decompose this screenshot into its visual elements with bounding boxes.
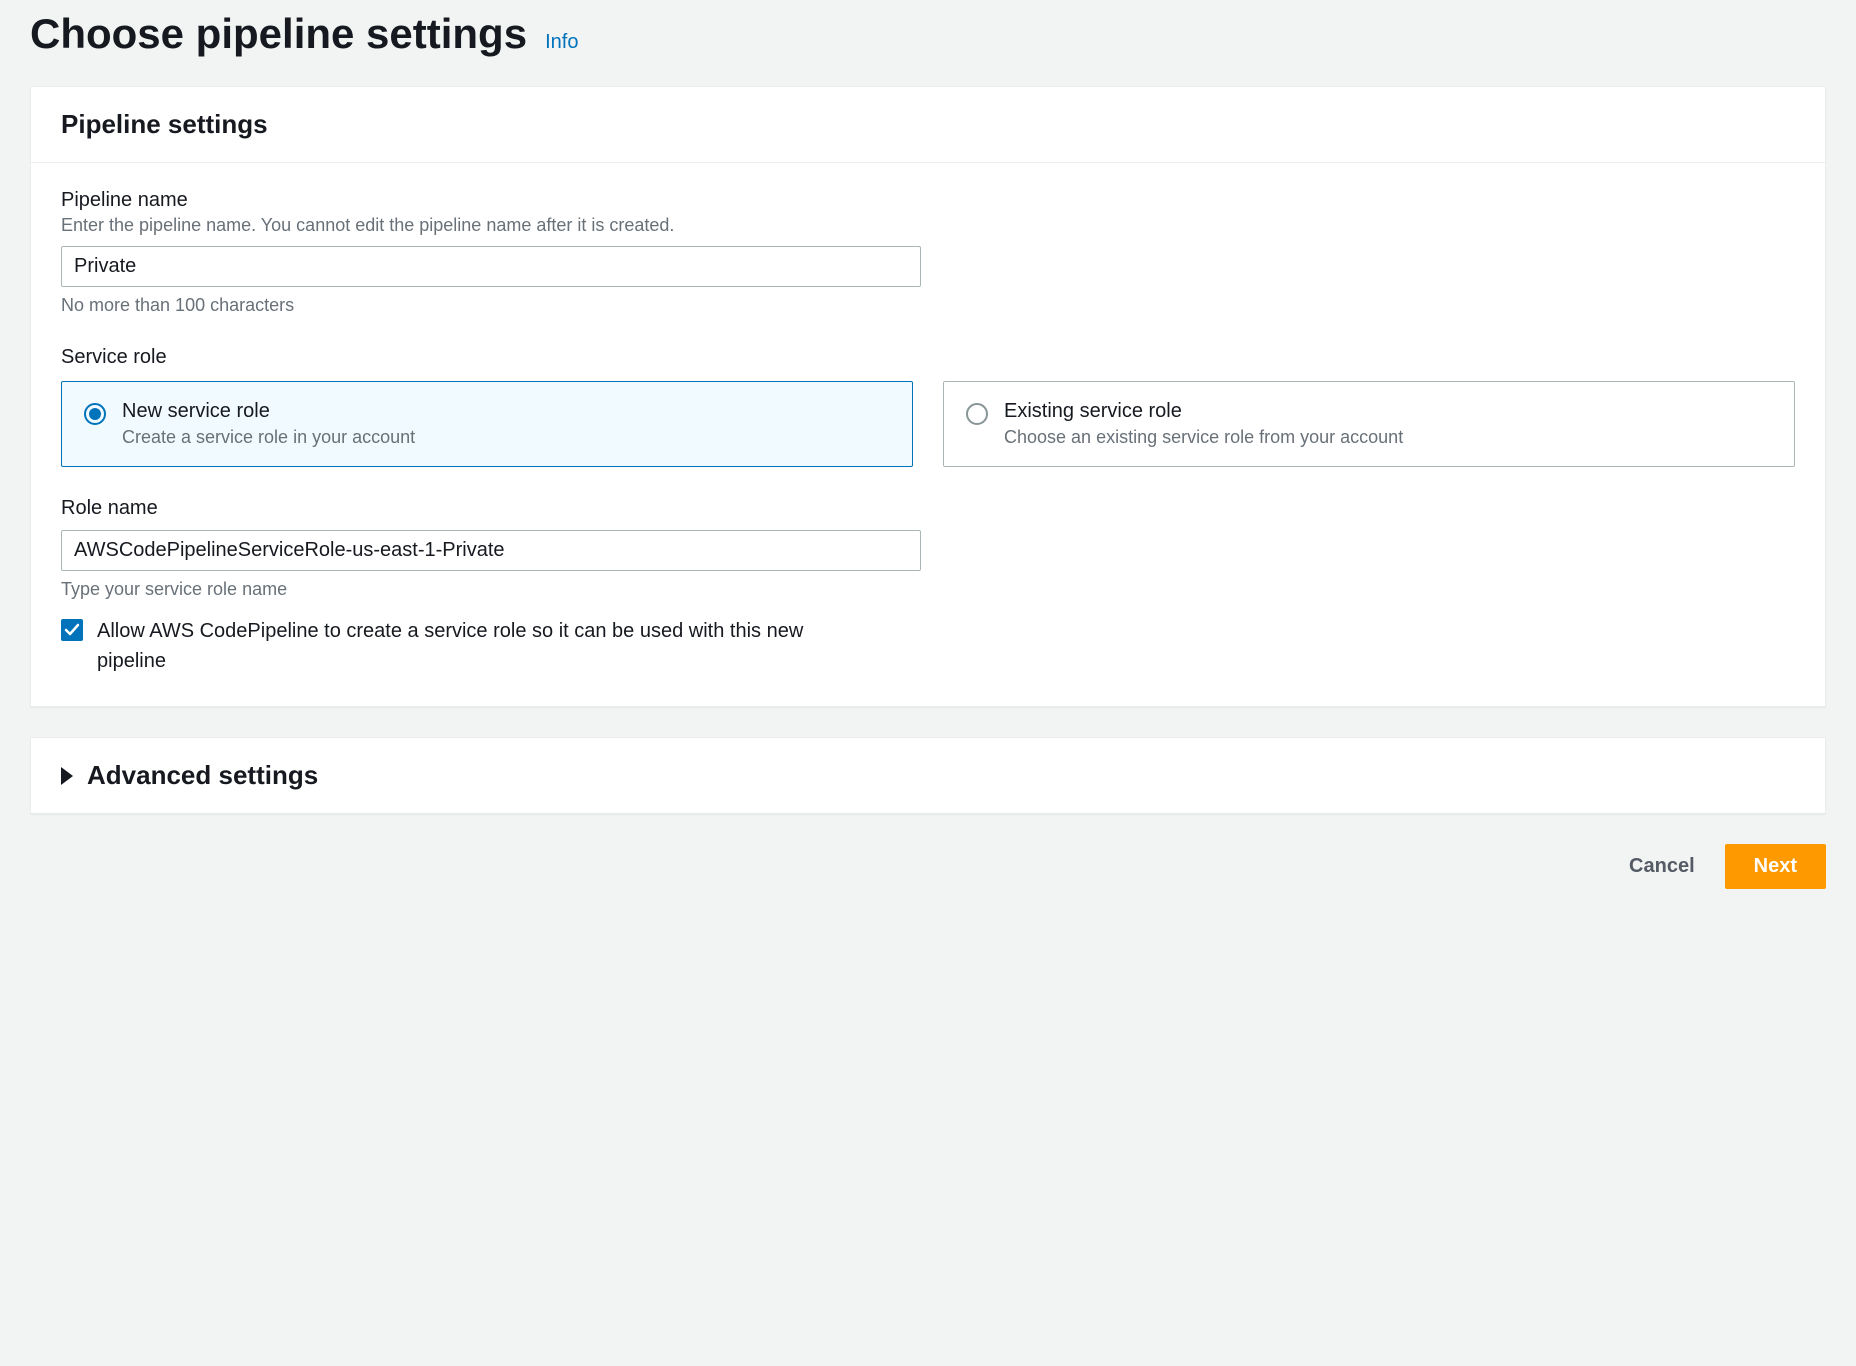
tile-existing-service-role[interactable]: Existing service role Choose an existing… xyxy=(943,381,1795,467)
allow-create-role-label: Allow AWS CodePipeline to create a servi… xyxy=(97,616,877,676)
pipeline-name-constraint: No more than 100 characters xyxy=(61,295,1795,316)
pipeline-name-label: Pipeline name xyxy=(61,189,1795,212)
panel-body: Pipeline name Enter the pipeline name. Y… xyxy=(31,163,1825,706)
cancel-button[interactable]: Cancel xyxy=(1621,845,1703,888)
service-role-group: Service role New service role Create a s… xyxy=(61,346,1795,467)
role-name-group: Role name Type your service role name Al… xyxy=(61,497,1795,676)
tile-desc: Create a service role in your account xyxy=(122,427,415,448)
page-header: Choose pipeline settings Info xyxy=(30,10,1826,58)
page-title: Choose pipeline settings xyxy=(30,10,527,58)
advanced-settings-panel: Advanced settings xyxy=(30,737,1826,814)
check-icon xyxy=(64,622,80,638)
next-button[interactable]: Next xyxy=(1725,844,1826,889)
pipeline-settings-panel: Pipeline settings Pipeline name Enter th… xyxy=(30,86,1826,707)
panel-title: Pipeline settings xyxy=(61,109,1795,140)
tile-desc: Choose an existing service role from you… xyxy=(1004,427,1403,448)
wizard-footer: Cancel Next xyxy=(30,844,1826,889)
tile-text: Existing service role Choose an existing… xyxy=(1004,400,1403,448)
advanced-settings-title: Advanced settings xyxy=(87,760,318,791)
tile-title: New service role xyxy=(122,400,415,423)
role-name-label: Role name xyxy=(61,497,1795,520)
tile-title: Existing service role xyxy=(1004,400,1403,423)
panel-header: Pipeline settings xyxy=(31,87,1825,163)
allow-create-role-row: Allow AWS CodePipeline to create a servi… xyxy=(61,616,1795,676)
pipeline-name-input[interactable] xyxy=(61,246,921,287)
caret-right-icon xyxy=(61,767,73,785)
radio-icon xyxy=(84,403,106,425)
tile-new-service-role[interactable]: New service role Create a service role i… xyxy=(61,381,913,467)
pipeline-name-help: Enter the pipeline name. You cannot edit… xyxy=(61,215,1795,236)
radio-icon xyxy=(966,403,988,425)
advanced-settings-toggle[interactable]: Advanced settings xyxy=(31,738,1825,813)
tile-text: New service role Create a service role i… xyxy=(122,400,415,448)
service-role-label: Service role xyxy=(61,346,1795,369)
pipeline-name-group: Pipeline name Enter the pipeline name. Y… xyxy=(61,189,1795,316)
info-link[interactable]: Info xyxy=(545,31,578,54)
role-name-help: Type your service role name xyxy=(61,579,1795,600)
allow-create-role-checkbox[interactable] xyxy=(61,619,83,641)
role-name-input[interactable] xyxy=(61,530,921,571)
service-role-tiles: New service role Create a service role i… xyxy=(61,381,1795,467)
